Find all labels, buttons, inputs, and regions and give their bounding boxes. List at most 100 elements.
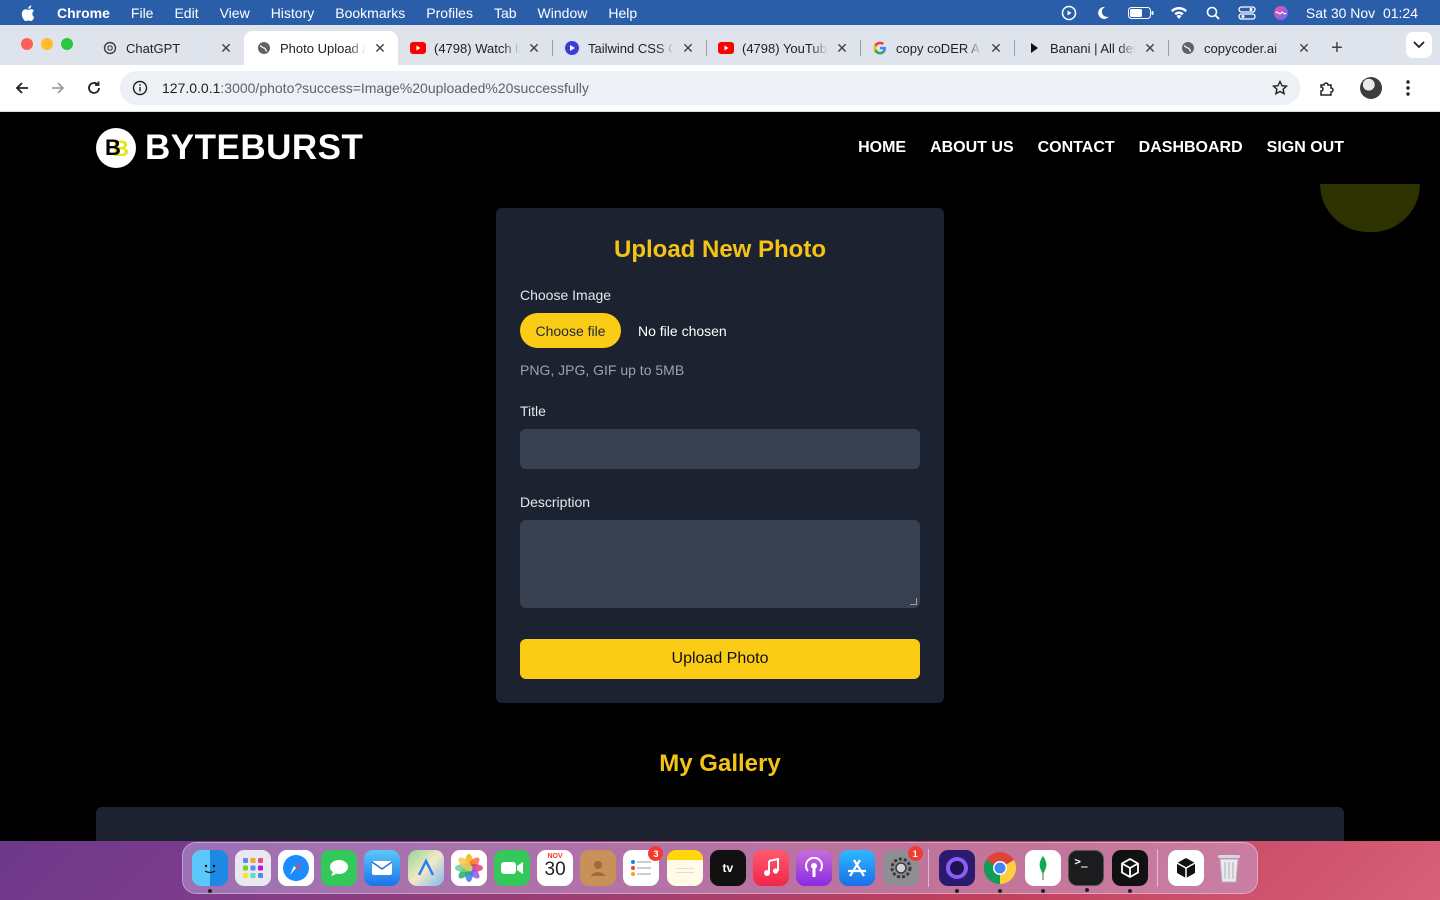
maximize-window-button[interactable] — [61, 38, 73, 50]
menu-bookmarks[interactable]: Bookmarks — [335, 5, 405, 21]
file-status-text: No file chosen — [638, 322, 727, 339]
close-window-button[interactable] — [21, 38, 33, 50]
close-tab-icon[interactable]: ✕ — [988, 40, 1004, 56]
tab-tailwind[interactable]: Tailwind CSS Cheat Sheet ✕ — [552, 31, 706, 65]
tab-search-button[interactable] — [1406, 32, 1432, 58]
photos-icon[interactable] — [450, 850, 487, 886]
menu-history[interactable]: History — [271, 5, 315, 21]
forward-button[interactable] — [46, 76, 70, 100]
mongodb-compass-icon[interactable] — [1025, 850, 1062, 893]
url-path: :3000/photo?success=Image%20uploaded%20s… — [220, 80, 589, 96]
screen-record-icon[interactable] — [1060, 5, 1078, 20]
address-bar[interactable]: 127.0.0.1:3000/photo?success=Image%20upl… — [120, 71, 1300, 105]
profile-avatar[interactable] — [1360, 77, 1382, 99]
tab-youtube[interactable]: (4798) YouTube ✕ — [706, 31, 860, 65]
macos-dock: NOV 30 3 tv 1 >_ — [182, 842, 1258, 894]
launchpad-icon[interactable] — [234, 850, 271, 886]
spotlight-search-icon[interactable] — [1204, 6, 1222, 20]
close-tab-icon[interactable]: ✕ — [372, 40, 388, 56]
new-tab-button[interactable]: + — [1322, 31, 1352, 65]
calendar-day: 30 — [544, 859, 566, 880]
menu-window[interactable]: Window — [538, 5, 588, 21]
facetime-icon[interactable] — [493, 850, 530, 886]
site-logo[interactable]: BB BYTEBURST — [96, 128, 363, 168]
extensions-puzzle-icon[interactable] — [1318, 79, 1336, 97]
menu-edit[interactable]: Edit — [174, 5, 198, 21]
mail-icon[interactable] — [364, 850, 401, 886]
file-input: Choose file No file chosen — [520, 313, 920, 348]
google-icon — [872, 40, 888, 56]
terminal-icon[interactable]: >_ — [1068, 850, 1105, 892]
menu-profiles[interactable]: Profiles — [426, 5, 473, 21]
nav-contact[interactable]: CONTACT — [1038, 139, 1115, 157]
back-button[interactable] — [10, 76, 34, 100]
system-settings-icon[interactable]: 1 — [882, 846, 923, 886]
app-store-icon[interactable] — [839, 850, 876, 886]
cube-app-icon[interactable] — [1111, 850, 1148, 893]
apple-tv-icon[interactable]: tv — [709, 850, 746, 886]
dock-separator — [1157, 849, 1159, 887]
menu-file[interactable]: File — [131, 5, 154, 21]
description-textarea[interactable] — [520, 520, 920, 608]
control-center-icon[interactable] — [1238, 5, 1256, 20]
title-input[interactable] — [520, 429, 920, 469]
kebab-menu-icon[interactable] — [1406, 80, 1410, 96]
tab-photo-upload[interactable]: Photo Upload / ByteBurst ✕ — [244, 31, 398, 65]
site-info-icon[interactable] — [132, 80, 148, 96]
podcasts-icon[interactable] — [796, 850, 833, 886]
menu-view[interactable]: View — [220, 5, 250, 21]
title-label: Title — [520, 403, 546, 419]
choose-file-button[interactable]: Choose file — [520, 313, 621, 348]
tab-google-search[interactable]: copy coDER AI - Google Search ✕ — [860, 31, 1014, 65]
nav-about-us[interactable]: ABOUT US — [930, 139, 1014, 157]
maps-icon[interactable] — [407, 850, 444, 886]
music-icon[interactable] — [753, 850, 790, 886]
finder-icon[interactable] — [191, 850, 228, 893]
nav-sign-out[interactable]: SIGN OUT — [1267, 139, 1344, 157]
chrome-icon[interactable] — [982, 850, 1018, 893]
reminders-badge: 3 — [648, 846, 664, 861]
minimize-window-button[interactable] — [41, 38, 53, 50]
battery-icon[interactable] — [1127, 6, 1154, 20]
tab-title: Tailwind CSS Cheat Sheet — [588, 40, 674, 56]
siri-icon[interactable] — [1272, 5, 1290, 20]
menubar-clock[interactable]: Sat 30 Nov 01:24 — [1306, 5, 1418, 21]
close-tab-icon[interactable]: ✕ — [834, 40, 850, 56]
upload-form-card: Upload New Photo Choose Image Choose fil… — [496, 208, 944, 703]
nav-dashboard[interactable]: DASHBOARD — [1139, 139, 1243, 157]
close-tab-icon[interactable]: ✕ — [1142, 40, 1158, 56]
tab-chatgpt[interactable]: ChatGPT ✕ — [90, 31, 244, 65]
tab-copycoder[interactable]: copycoder.ai ✕ — [1168, 31, 1322, 65]
apple-icon[interactable] — [21, 5, 37, 21]
safari-icon[interactable] — [277, 850, 314, 886]
close-tab-icon[interactable]: ✕ — [1296, 40, 1312, 56]
file-hint: PNG, JPG, GIF up to 5MB — [520, 362, 685, 378]
close-tab-icon[interactable]: ✕ — [218, 40, 234, 56]
bookmark-star-icon[interactable] — [1272, 80, 1288, 96]
close-tab-icon[interactable]: ✕ — [526, 40, 542, 56]
browser-toolbar: 127.0.0.1:3000/photo?success=Image%20upl… — [0, 65, 1440, 112]
wifi-icon[interactable] — [1170, 6, 1188, 20]
tab-banani[interactable]: Banani | All designs ✕ — [1014, 31, 1168, 65]
screen-recorder-app-icon[interactable] — [938, 850, 975, 893]
focus-moon-icon[interactable] — [1094, 6, 1112, 20]
nav-links: HOME ABOUT US CONTACT DASHBOARD SIGN OUT — [858, 139, 1344, 157]
archive-utility-icon[interactable] — [1167, 850, 1204, 886]
calendar-icon[interactable]: NOV 30 — [537, 850, 574, 886]
reload-icon — [88, 81, 100, 94]
nav-home[interactable]: HOME — [858, 139, 906, 157]
notes-icon[interactable] — [666, 850, 703, 886]
messages-icon[interactable] — [321, 850, 358, 886]
reminders-icon[interactable]: 3 — [623, 846, 664, 886]
reload-button[interactable] — [82, 76, 106, 100]
trash-icon[interactable] — [1211, 850, 1247, 886]
menu-app-name[interactable]: Chrome — [57, 5, 110, 21]
menu-help[interactable]: Help — [608, 5, 637, 21]
decorative-half-circle — [1320, 184, 1420, 232]
tab-youtube-watch-later[interactable]: (4798) Watch later - YouTube ✕ — [398, 31, 552, 65]
tab-title: copy coDER AI - Google Search — [896, 40, 982, 56]
contacts-icon[interactable] — [580, 850, 617, 886]
upload-photo-button[interactable]: Upload Photo — [520, 639, 920, 679]
close-tab-icon[interactable]: ✕ — [680, 40, 696, 56]
menu-tab[interactable]: Tab — [494, 5, 517, 21]
